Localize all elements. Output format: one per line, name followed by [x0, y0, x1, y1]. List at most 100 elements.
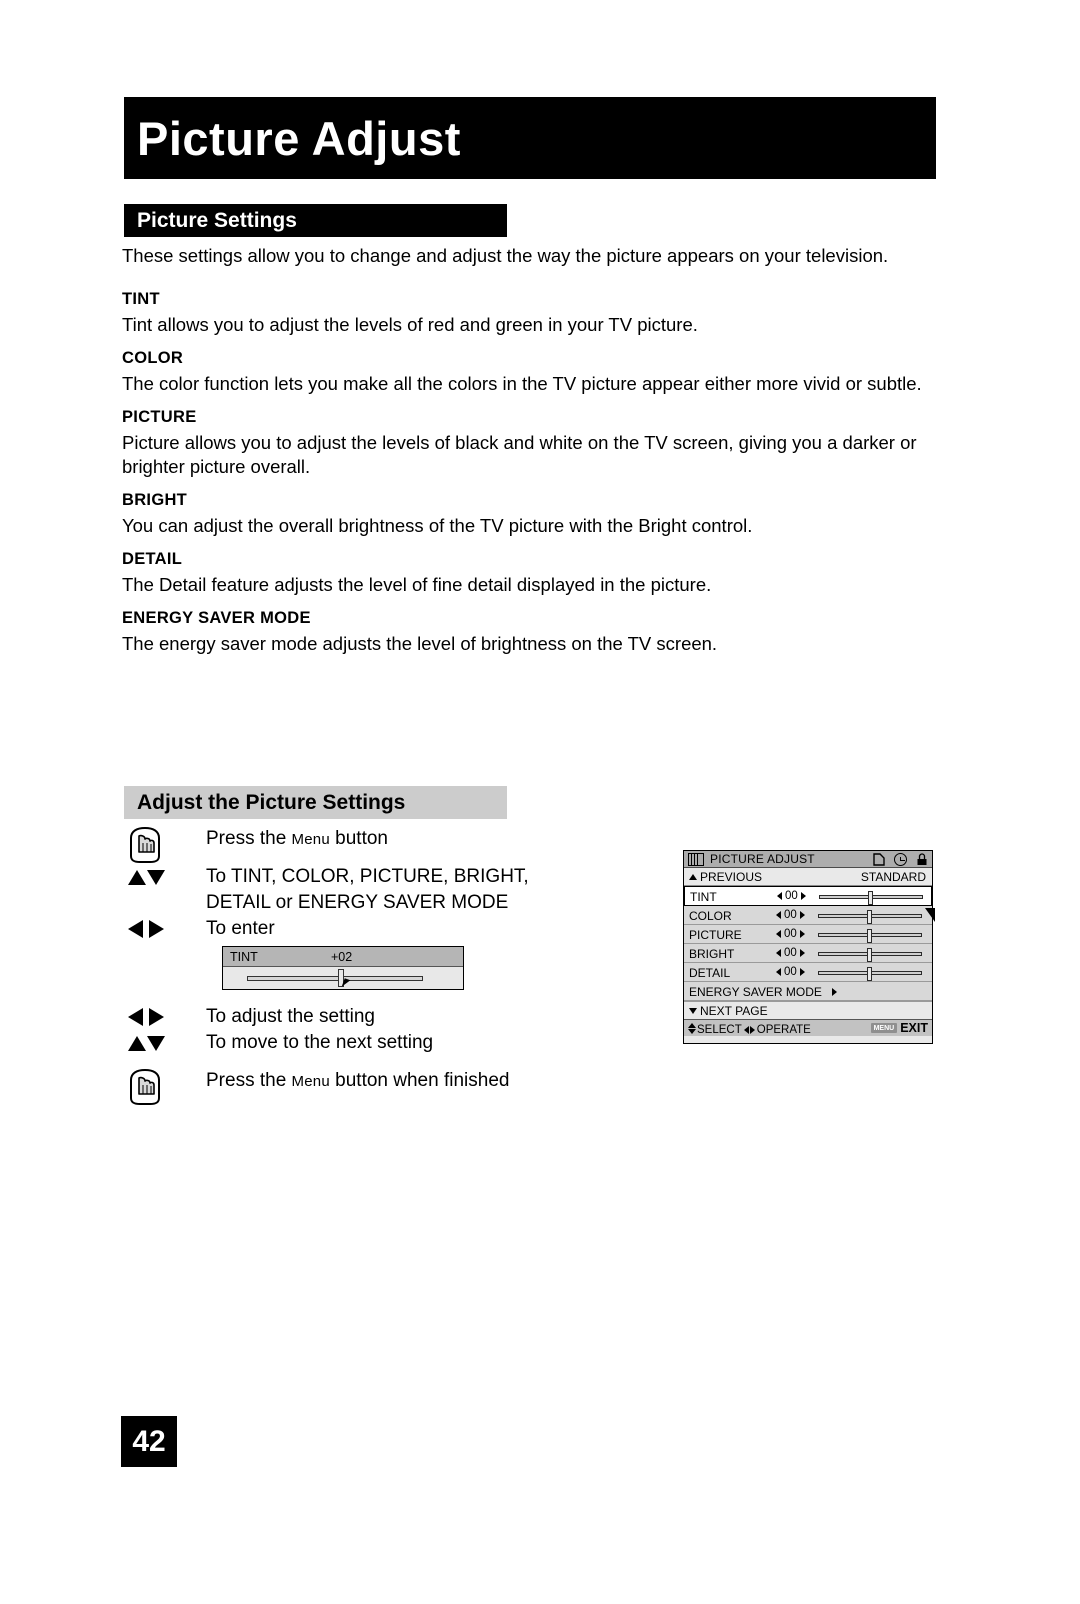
right-arrow-icon[interactable]: [799, 930, 805, 938]
step-text-smallcap: Menu: [291, 831, 330, 848]
osd-row-picture[interactable]: PICTURE 00: [684, 925, 932, 944]
instruction-step: To TINT, COLOR, PICTURE, BRIGHT, DETAIL …: [124, 864, 664, 916]
up-arrow-icon: [689, 874, 697, 880]
definition-term: DETAIL: [122, 550, 183, 568]
osd-previous-row[interactable]: PREVIOUS: [689, 871, 762, 883]
osd-next-page-row[interactable]: NEXT PAGE: [684, 1001, 932, 1019]
osd-row-value: 00: [776, 909, 805, 922]
up-arrow-icon: [128, 1035, 146, 1051]
menu-button-icon: [124, 1068, 206, 1106]
definition-description: Picture allows you to adjust the levels …: [122, 432, 917, 477]
definition-description: Tint allows you to adjust the levels of …: [122, 314, 698, 335]
osd-next-page-label: NEXT PAGE: [700, 1004, 768, 1018]
down-arrow-icon: [689, 1008, 697, 1014]
osd-row-tint[interactable]: TINT 00: [684, 886, 932, 906]
definition-term: BRIGHT: [122, 491, 188, 509]
right-arrow-icon: [149, 920, 164, 938]
instruction-step-text: To adjust the setting: [206, 1006, 375, 1027]
osd-next-page: NEXT PAGE: [689, 1005, 768, 1017]
instruction-step: To adjust the setting: [124, 1004, 664, 1030]
osd-row-number: 00: [784, 966, 797, 978]
page-title: Picture Adjust: [137, 111, 461, 165]
picture-adjust-icon: [688, 852, 704, 866]
down-arrow-icon: [147, 1035, 165, 1051]
osd-slider-thumb[interactable]: [867, 948, 872, 962]
section-header-label: Adjust the Picture Settings: [137, 791, 406, 814]
osd-row-slider[interactable]: [819, 891, 923, 905]
right-arrow-icon[interactable]: [800, 892, 806, 900]
osd-previous-label: PREVIOUS: [700, 870, 763, 884]
definition-description: The energy saver mode adjusts the level …: [122, 633, 718, 654]
section-header-adjust-picture-settings: Adjust the Picture Settings: [124, 786, 507, 819]
up-down-arrows-icon: [124, 1030, 206, 1056]
osd-row-label: BRIGHT: [689, 947, 735, 961]
osd-row-slider[interactable]: [818, 910, 922, 924]
osd-row-number: 00: [784, 928, 797, 940]
right-arrow-icon: [149, 1008, 164, 1026]
page-icon[interactable]: [873, 853, 885, 866]
left-arrow-icon: [128, 1008, 143, 1026]
osd-title: PICTURE ADJUST: [710, 852, 815, 866]
step-text-line2: DETAIL or ENERGY SAVER MODE: [206, 892, 509, 913]
osd-row-detail[interactable]: DETAIL 00: [684, 963, 932, 982]
menu-button-chip: MENU: [870, 1023, 898, 1034]
osd-exit-hint: MENU EXIT: [870, 1021, 928, 1035]
osd-row-color[interactable]: COLOR 00: [684, 906, 932, 925]
osd-row-slider[interactable]: [818, 967, 922, 981]
osd-slider-thumb[interactable]: [867, 967, 872, 981]
right-arrow-icon[interactable]: [799, 949, 805, 957]
tint-slider-track[interactable]: [247, 976, 423, 981]
definition-item: DETAIL The Detail feature adjusts the le…: [122, 550, 934, 597]
osd-row-number: 00: [784, 909, 797, 921]
osd-previous-bar[interactable]: PREVIOUS STANDARD: [684, 868, 932, 886]
osd-slider-thumb[interactable]: [867, 910, 872, 924]
osd-row-bright[interactable]: BRIGHT 00: [684, 944, 932, 963]
right-arrow-icon[interactable]: [799, 911, 805, 919]
tint-inset-header: TINT +02: [223, 947, 463, 967]
definition-term: PICTURE: [122, 408, 197, 426]
instruction-step-text: To enter: [206, 918, 275, 939]
definition-description: You can adjust the overall brightness of…: [122, 515, 753, 536]
osd-exit-label: EXIT: [900, 1021, 928, 1035]
left-arrow-icon[interactable]: [776, 949, 781, 957]
left-right-arrows-icon: [124, 1004, 206, 1030]
osd-row-value: 00: [776, 928, 805, 941]
definition-list: TINT Tint allows you to adjust the level…: [122, 290, 934, 668]
right-arrow-icon[interactable]: [832, 987, 837, 999]
instruction-step: To enter: [124, 916, 664, 942]
left-arrow-icon[interactable]: [776, 968, 781, 976]
osd-row-label: PICTURE: [689, 928, 742, 942]
osd-slider-thumb[interactable]: [867, 929, 872, 943]
left-arrow-icon[interactable]: [776, 930, 781, 938]
lock-icon[interactable]: [916, 853, 928, 866]
down-arrow-icon: [147, 869, 165, 885]
osd-row-slider[interactable]: [818, 948, 922, 962]
clock-icon[interactable]: [894, 853, 907, 866]
definition-item: ENERGY SAVER MODE The energy saver mode …: [122, 609, 934, 656]
osd-header-icons: [873, 853, 928, 866]
definition-term: COLOR: [122, 349, 184, 367]
step-text-smallcap: Menu: [291, 1073, 330, 1090]
osd-titlebar: PICTURE ADJUST: [684, 851, 932, 868]
osd-row-label: ENERGY SAVER MODE: [689, 985, 822, 999]
right-arrow-icon[interactable]: [799, 968, 805, 976]
osd-footer-hints: SELECT OPERATE: [688, 1023, 811, 1037]
osd-picture-adjust-menu: PICTURE ADJUST PREVIOUS STANDARD TINT 00…: [683, 850, 935, 1044]
left-arrow-icon[interactable]: [776, 911, 781, 919]
step-text-line1: To TINT, COLOR, PICTURE, BRIGHT,: [206, 866, 529, 887]
left-right-arrows-icon: [124, 916, 206, 942]
osd-row-slider[interactable]: [818, 929, 922, 943]
step-text-after: button when finished: [329, 1070, 510, 1091]
definition-item: BRIGHT You can adjust the overall bright…: [122, 491, 934, 538]
left-arrow-icon[interactable]: [777, 892, 782, 900]
instruction-step-text: To TINT, COLOR, PICTURE, BRIGHT, DETAIL …: [206, 864, 529, 916]
step-text-after: button: [329, 828, 388, 849]
osd-row-value: 00: [776, 947, 805, 960]
osd-row-energy-saver-mode[interactable]: ENERGY SAVER MODE: [684, 982, 932, 1001]
page-title-banner: Picture Adjust: [124, 97, 936, 179]
osd-row-value: 00: [777, 890, 806, 903]
osd-select-label: SELECT: [697, 1024, 742, 1036]
definition-description: The Detail feature adjusts the level of …: [122, 574, 712, 595]
osd-slider-thumb[interactable]: [868, 891, 873, 905]
osd-row-label: DETAIL: [689, 966, 731, 980]
